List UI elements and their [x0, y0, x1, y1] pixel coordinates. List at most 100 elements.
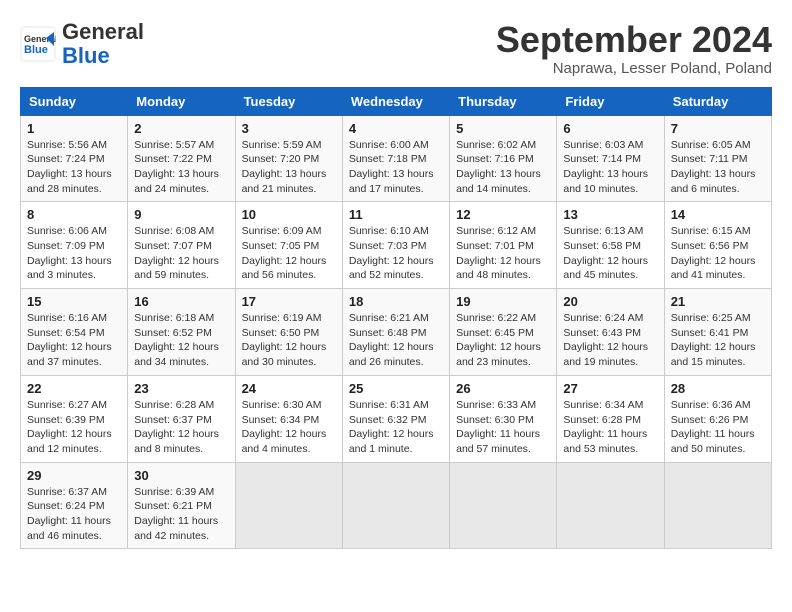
day-number: 20 [563, 294, 657, 309]
day-info: Sunrise: 5:56 AMSunset: 7:24 PMDaylight:… [27, 138, 121, 197]
calendar-week-2: 8Sunrise: 6:06 AMSunset: 7:09 PMDaylight… [21, 202, 772, 289]
calendar-day-8: 8Sunrise: 6:06 AMSunset: 7:09 PMDaylight… [21, 202, 128, 289]
header-saturday: Saturday [664, 87, 771, 115]
day-info: Sunrise: 6:00 AMSunset: 7:18 PMDaylight:… [349, 138, 443, 197]
calendar-day-9: 9 Sunrise: 6:08 AMSunset: 7:07 PMDaylight… [128, 202, 235, 289]
day-info: Sunrise: 6:18 AMSunset: 6:52 PMDaylight:… [134, 311, 228, 370]
day-number: 22 [27, 381, 121, 396]
calendar-day-6: 6 Sunrise: 6:03 AMSunset: 7:14 PMDaylight… [557, 115, 664, 202]
day-number: 23 [134, 381, 228, 396]
page-header: General Blue General Blue September 2024… [20, 20, 772, 77]
calendar-day-27: 27 Sunrise: 6:34 AMSunset: 6:28 PMDayligh… [557, 375, 664, 462]
day-info: Sunrise: 6:34 AMSunset: 6:28 PMDaylight:… [563, 398, 657, 457]
day-number: 26 [456, 381, 550, 396]
calendar-day-21: 21Sunrise: 6:25 AMSunset: 6:41 PMDayligh… [664, 289, 771, 376]
day-number: 7 [671, 121, 765, 136]
calendar-day-19: 19 Sunrise: 6:22 AMSunset: 6:45 PMDayligh… [450, 289, 557, 376]
day-number: 29 [27, 468, 121, 483]
day-info: Sunrise: 6:13 AMSunset: 6:58 PMDaylight:… [563, 224, 657, 283]
header-tuesday: Tuesday [235, 87, 342, 115]
day-info: Sunrise: 6:02 AMSunset: 7:16 PMDaylight:… [456, 138, 550, 197]
calendar-day-10: 10 Sunrise: 6:09 AMSunset: 7:05 PMDayligh… [235, 202, 342, 289]
calendar-day-26: 26Sunrise: 6:33 AMSunset: 6:30 PMDayligh… [450, 375, 557, 462]
day-info: Sunrise: 6:37 AMSunset: 6:24 PMDaylight:… [27, 485, 121, 544]
empty-day [557, 462, 664, 549]
calendar-day-1: 1 Sunrise: 5:56 AMSunset: 7:24 PMDaylight… [21, 115, 128, 202]
day-info: Sunrise: 6:24 AMSunset: 6:43 PMDaylight:… [563, 311, 657, 370]
day-number: 16 [134, 294, 228, 309]
day-number: 10 [242, 207, 336, 222]
day-number: 4 [349, 121, 443, 136]
calendar-table: Sunday Monday Tuesday Wednesday Thursday… [20, 87, 772, 550]
calendar-week-1: 1 Sunrise: 5:56 AMSunset: 7:24 PMDaylight… [21, 115, 772, 202]
day-number: 5 [456, 121, 550, 136]
calendar-day-30: 30 Sunrise: 6:39 AMSunset: 6:21 PMDayligh… [128, 462, 235, 549]
day-number: 17 [242, 294, 336, 309]
calendar-day-17: 17 Sunrise: 6:19 AMSunset: 6:50 PMDayligh… [235, 289, 342, 376]
calendar-day-24: 24 Sunrise: 6:30 AMSunset: 6:34 PMDayligh… [235, 375, 342, 462]
calendar-day-25: 25 Sunrise: 6:31 AMSunset: 6:32 PMDayligh… [342, 375, 449, 462]
month-title: September 2024 [496, 20, 772, 60]
day-info: Sunrise: 6:39 AMSunset: 6:21 PMDaylight:… [134, 485, 228, 544]
empty-day [235, 462, 342, 549]
day-number: 19 [456, 294, 550, 309]
day-info: Sunrise: 6:16 AMSunset: 6:54 PMDaylight:… [27, 311, 121, 370]
day-info: Sunrise: 5:57 AMSunset: 7:22 PMDaylight:… [134, 138, 228, 197]
location-subtitle: Naprawa, Lesser Poland, Poland [496, 60, 772, 77]
calendar-day-18: 18 Sunrise: 6:21 AMSunset: 6:48 PMDayligh… [342, 289, 449, 376]
day-number: 30 [134, 468, 228, 483]
day-number: 1 [27, 121, 121, 136]
day-info: Sunrise: 6:30 AMSunset: 6:34 PMDaylight:… [242, 398, 336, 457]
day-number: 3 [242, 121, 336, 136]
calendar-week-3: 15 Sunrise: 6:16 AMSunset: 6:54 PMDayligh… [21, 289, 772, 376]
day-info: Sunrise: 6:10 AMSunset: 7:03 PMDaylight:… [349, 224, 443, 283]
header-wednesday: Wednesday [342, 87, 449, 115]
day-number: 18 [349, 294, 443, 309]
logo-text: General Blue [62, 20, 144, 68]
day-number: 9 [134, 207, 228, 222]
calendar-day-12: 12 Sunrise: 6:12 AMSunset: 7:01 PMDayligh… [450, 202, 557, 289]
logo-icon: General Blue [20, 26, 56, 62]
calendar-day-7: 7 Sunrise: 6:05 AMSunset: 7:11 PMDaylight… [664, 115, 771, 202]
day-info: Sunrise: 6:19 AMSunset: 6:50 PMDaylight:… [242, 311, 336, 370]
day-number: 13 [563, 207, 657, 222]
day-number: 15 [27, 294, 121, 309]
calendar-body: 1 Sunrise: 5:56 AMSunset: 7:24 PMDaylight… [21, 115, 772, 549]
day-number: 27 [563, 381, 657, 396]
calendar-day-29: 29 Sunrise: 6:37 AMSunset: 6:24 PMDayligh… [21, 462, 128, 549]
day-info: Sunrise: 6:21 AMSunset: 6:48 PMDaylight:… [349, 311, 443, 370]
empty-day [664, 462, 771, 549]
day-info: Sunrise: 6:25 AMSunset: 6:41 PMDaylight:… [671, 311, 765, 370]
day-info: Sunrise: 6:08 AMSunset: 7:07 PMDaylight:… [134, 224, 228, 283]
calendar-day-15: 15 Sunrise: 6:16 AMSunset: 6:54 PMDayligh… [21, 289, 128, 376]
day-info: Sunrise: 6:31 AMSunset: 6:32 PMDaylight:… [349, 398, 443, 457]
calendar-day-22: 22 Sunrise: 6:27 AMSunset: 6:39 PMDayligh… [21, 375, 128, 462]
day-info: Sunrise: 6:27 AMSunset: 6:39 PMDaylight:… [27, 398, 121, 457]
day-number: 6 [563, 121, 657, 136]
calendar-day-16: 16 Sunrise: 6:18 AMSunset: 6:52 PMDayligh… [128, 289, 235, 376]
calendar-day-14: 14Sunrise: 6:15 AMSunset: 6:56 PMDayligh… [664, 202, 771, 289]
day-number: 25 [349, 381, 443, 396]
header-monday: Monday [128, 87, 235, 115]
day-info: Sunrise: 6:28 AMSunset: 6:37 PMDaylight:… [134, 398, 228, 457]
day-info: Sunrise: 6:05 AMSunset: 7:11 PMDaylight:… [671, 138, 765, 197]
day-info: Sunrise: 6:36 AMSunset: 6:26 PMDaylight:… [671, 398, 765, 457]
day-info: Sunrise: 6:09 AMSunset: 7:05 PMDaylight:… [242, 224, 336, 283]
day-number: 24 [242, 381, 336, 396]
day-info: Sunrise: 6:12 AMSunset: 7:01 PMDaylight:… [456, 224, 550, 283]
day-number: 2 [134, 121, 228, 136]
calendar-day-28: 28Sunrise: 6:36 AMSunset: 6:26 PMDayligh… [664, 375, 771, 462]
calendar-day-3: 3 Sunrise: 5:59 AMSunset: 7:20 PMDaylight… [235, 115, 342, 202]
calendar-day-20: 20 Sunrise: 6:24 AMSunset: 6:43 PMDayligh… [557, 289, 664, 376]
day-info: Sunrise: 6:03 AMSunset: 7:14 PMDaylight:… [563, 138, 657, 197]
calendar-day-2: 2 Sunrise: 5:57 AMSunset: 7:22 PMDaylight… [128, 115, 235, 202]
calendar-day-13: 13 Sunrise: 6:13 AMSunset: 6:58 PMDayligh… [557, 202, 664, 289]
calendar-day-5: 5 Sunrise: 6:02 AMSunset: 7:16 PMDaylight… [450, 115, 557, 202]
calendar-day-4: 4 Sunrise: 6:00 AMSunset: 7:18 PMDaylight… [342, 115, 449, 202]
day-info: Sunrise: 6:22 AMSunset: 6:45 PMDaylight:… [456, 311, 550, 370]
day-number: 12 [456, 207, 550, 222]
day-info: Sunrise: 6:06 AMSunset: 7:09 PMDaylight:… [27, 224, 121, 283]
day-number: 11 [349, 207, 443, 222]
empty-day [450, 462, 557, 549]
day-info: Sunrise: 5:59 AMSunset: 7:20 PMDaylight:… [242, 138, 336, 197]
